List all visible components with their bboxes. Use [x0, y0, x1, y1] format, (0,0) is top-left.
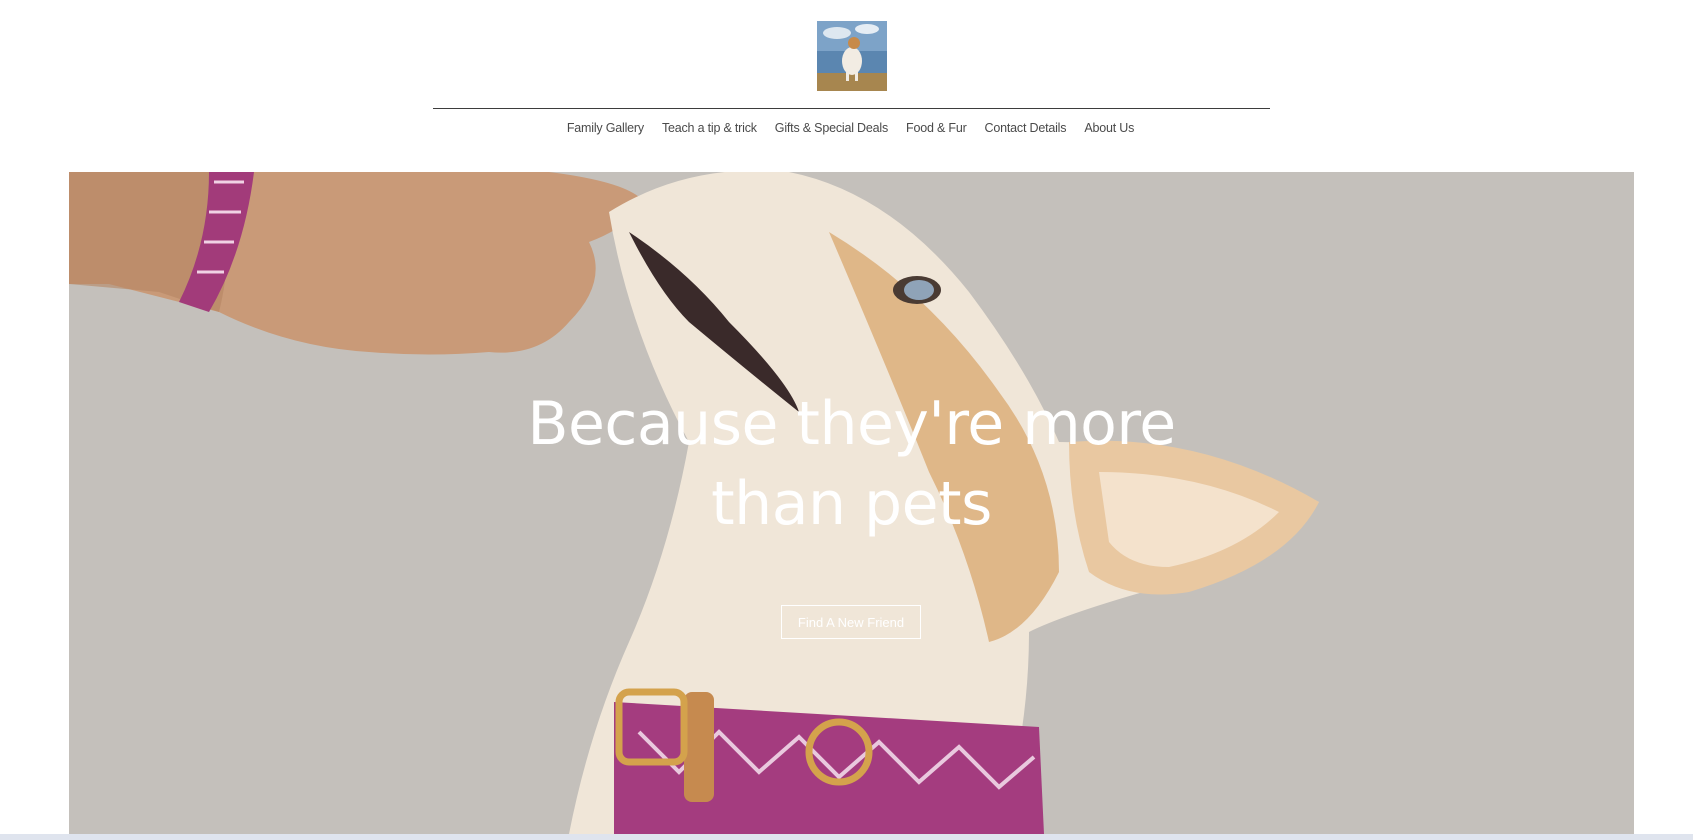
- logo-dog-image: [817, 21, 887, 91]
- hero-section: Because they're more than pets Find A Ne…: [69, 172, 1634, 834]
- nav-about-us[interactable]: About Us: [1084, 121, 1134, 135]
- hero-headline-line-1: Because they're more: [527, 389, 1176, 459]
- nav-contact-details[interactable]: Contact Details: [985, 121, 1067, 135]
- page: Family Gallery Teach a tip & trick Gifts…: [0, 0, 1693, 840]
- find-new-friend-button[interactable]: Find A New Friend: [781, 605, 921, 639]
- nav-gifts-special-deals[interactable]: Gifts & Special Deals: [775, 121, 888, 135]
- site-logo[interactable]: [817, 21, 887, 91]
- hero-headline: Because they're more than pets: [69, 384, 1634, 544]
- nav-family-gallery[interactable]: Family Gallery: [567, 121, 644, 135]
- main-navigation: Family Gallery Teach a tip & trick Gifts…: [0, 121, 1693, 135]
- hero-headline-line-2: than pets: [711, 469, 992, 539]
- nav-teach-tip-trick[interactable]: Teach a tip & trick: [662, 121, 757, 135]
- bottom-strip: [0, 834, 1693, 840]
- nav-food-fur[interactable]: Food & Fur: [906, 121, 967, 135]
- header-divider: [433, 108, 1270, 109]
